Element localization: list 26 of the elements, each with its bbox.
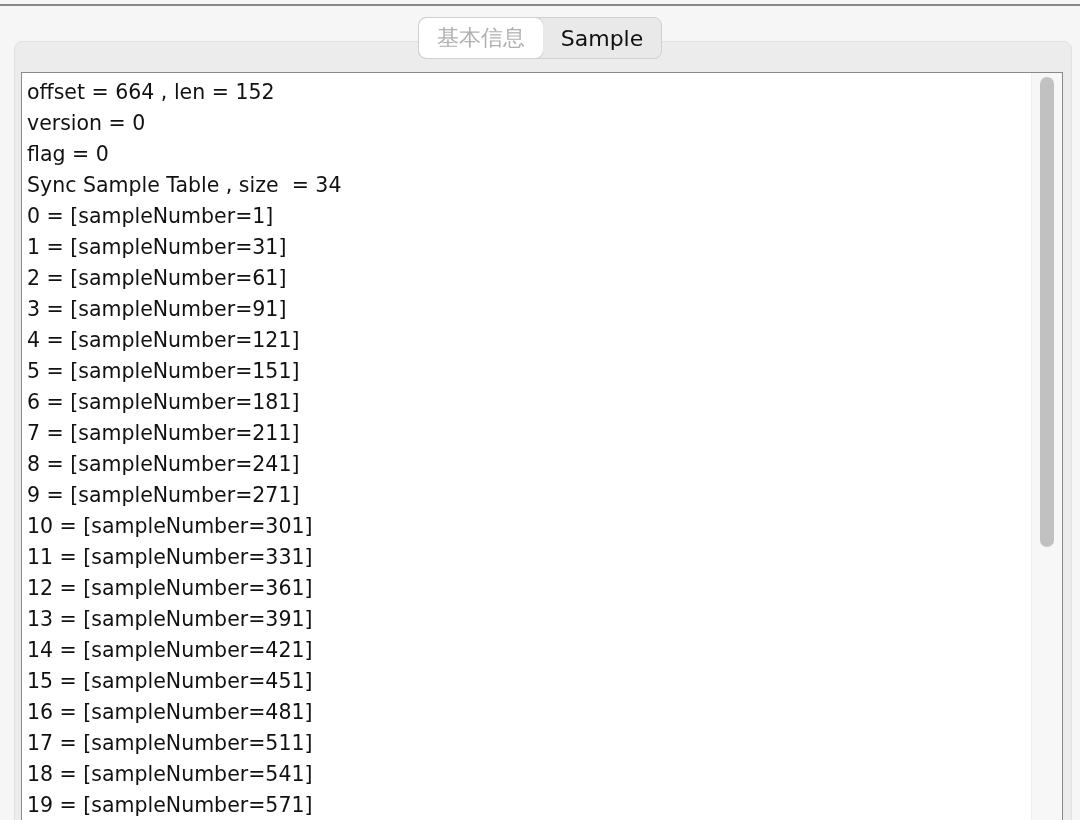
text-line: 12 = [sampleNumber=361] — [27, 575, 314, 602]
text-line: 15 = [sampleNumber=451] — [27, 668, 314, 695]
scrollbar-track[interactable] — [1031, 73, 1062, 820]
text-line: 1 = [sampleNumber=31] — [27, 234, 288, 261]
text-line: 10 = [sampleNumber=301] — [27, 513, 314, 540]
text-line: 7 = [sampleNumber=211] — [27, 420, 301, 447]
text-line: 14 = [sampleNumber=421] — [27, 637, 314, 664]
text-line: 6 = [sampleNumber=181] — [27, 389, 301, 416]
text-line: 18 = [sampleNumber=541] — [27, 761, 314, 788]
text-line: 3 = [sampleNumber=91] — [27, 296, 288, 323]
text-line: 9 = [sampleNumber=271] — [27, 482, 301, 509]
text-line: 4 = [sampleNumber=121] — [27, 327, 301, 354]
text-line: 17 = [sampleNumber=511] — [27, 730, 314, 757]
text-line: 2 = [sampleNumber=61] — [27, 265, 288, 292]
text-line: 5 = [sampleNumber=151] — [27, 358, 301, 385]
text-line: 16 = [sampleNumber=481] — [27, 699, 314, 726]
text-line: 11 = [sampleNumber=331] — [27, 544, 314, 571]
text-line: 13 = [sampleNumber=391] — [27, 606, 314, 633]
scrollbar-thumb[interactable] — [1040, 77, 1054, 547]
text-line: flag = 0 — [27, 141, 110, 168]
text-line: offset = 664 , len = 152 — [27, 79, 276, 106]
text-line: 8 = [sampleNumber=241] — [27, 451, 301, 478]
text-line: version = 0 — [27, 110, 147, 137]
text-line: Sync Sample Table , size = 34 — [27, 172, 343, 199]
text-line: 0 = [sampleNumber=1] — [27, 203, 275, 230]
text-line: 19 = [sampleNumber=571] — [27, 792, 314, 819]
